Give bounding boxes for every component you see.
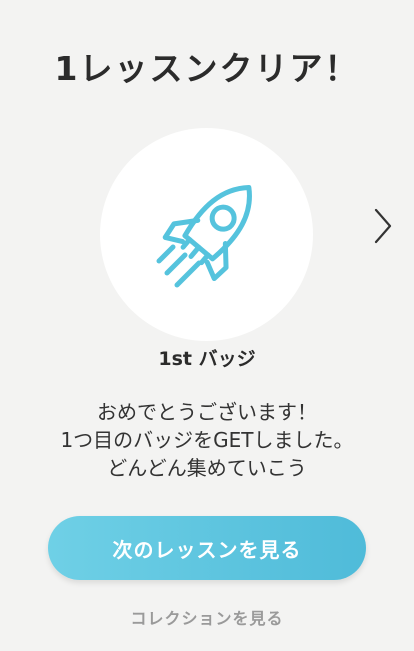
chevron-right-icon bbox=[374, 208, 392, 244]
congrats-message: おめでとうございます！ 1つ目のバッジをGETしました。 どんどん集めていこう bbox=[0, 398, 414, 482]
message-line: おめでとうございます！ bbox=[97, 400, 317, 424]
badge-image bbox=[100, 128, 313, 341]
lesson-clear-screen: 1レッスンクリア！ 1st バッジ おめでとうございます！ 1つ目のバッジをGE… bbox=[0, 0, 414, 651]
message-line: どんどん集めていこう bbox=[107, 456, 307, 480]
page-title: 1レッスンクリア！ bbox=[54, 49, 360, 88]
rocket-icon bbox=[156, 184, 252, 287]
next-badge-button[interactable] bbox=[368, 203, 398, 249]
next-lesson-button[interactable]: 次のレッスンを見る bbox=[48, 516, 366, 580]
view-collection-link[interactable]: コレクションを見る bbox=[0, 605, 414, 629]
message-line: 1つ目のバッジをGETしました。 bbox=[60, 428, 354, 452]
badge-name: 1st バッジ bbox=[158, 348, 256, 370]
